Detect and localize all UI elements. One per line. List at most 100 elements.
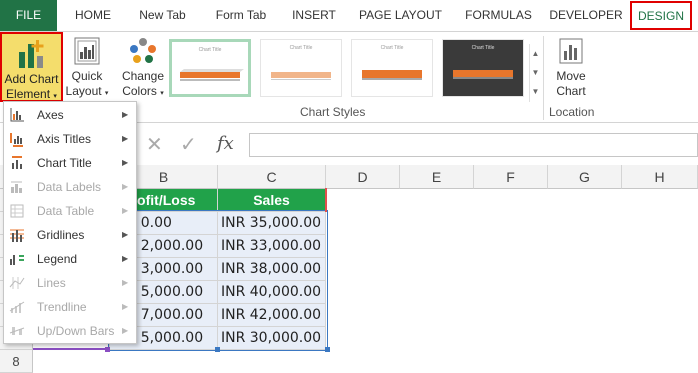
submenu-arrow-icon: ▶: [122, 326, 129, 335]
gallery-scroll-down-icon[interactable]: ▼: [530, 63, 541, 82]
column-header-f[interactable]: F: [474, 165, 548, 189]
chart-styles-group-label: Chart Styles: [300, 105, 366, 119]
add-chart-element-label-1: Add Chart: [4, 72, 59, 86]
move-chart-button[interactable]: Move Chart: [549, 32, 593, 99]
gallery-more-icon[interactable]: ▼: [530, 82, 541, 101]
location-group-label: Location: [549, 105, 595, 119]
quick-layout-label-1: Quick: [71, 69, 103, 83]
table-cell-sales[interactable]: INR 42,000.00: [218, 304, 326, 327]
submenu-arrow-icon: ▶: [122, 278, 129, 287]
submenu-arrow-icon: ▶: [122, 110, 129, 119]
add-chart-element-icon: [19, 40, 44, 68]
gallery-scroll[interactable]: ▲ ▼ ▼: [529, 44, 541, 102]
legend-icon: [10, 255, 24, 265]
submenu-arrow-icon: ▶: [122, 206, 129, 215]
move-chart-icon: [559, 38, 583, 64]
menu-item-label: Legend: [37, 252, 78, 266]
menu-item-lines[interactable]: Lines ▶: [4, 271, 136, 295]
menu-item-up-down-bars[interactable]: Up/Down Bars ▶: [4, 319, 136, 343]
chart-style-2[interactable]: Chart Title: [260, 39, 342, 97]
move-chart-label-1: Move: [556, 69, 586, 83]
column-header-g[interactable]: G: [548, 165, 622, 189]
chart-style-3-preview: [362, 70, 422, 80]
menu-item-chart-title[interactable]: Chart Title ▶: [4, 151, 136, 175]
menu-item-axes[interactable]: Axes ▶: [4, 103, 136, 127]
tab-developer[interactable]: DEVELOPER: [544, 0, 628, 31]
column-header-d[interactable]: D: [326, 165, 400, 189]
chart-style-3[interactable]: Chart Title: [351, 39, 433, 97]
table-cell-sales[interactable]: INR 40,000.00: [218, 281, 326, 304]
lines-icon: [9, 277, 25, 289]
tab-insert[interactable]: INSERT: [283, 0, 345, 31]
column-header-h[interactable]: H: [622, 165, 698, 189]
column-header-e[interactable]: E: [400, 165, 474, 189]
tab-formulas[interactable]: FORMULAS: [457, 0, 540, 31]
gallery-scroll-up-icon[interactable]: ▲: [530, 44, 541, 63]
tab-form-tab[interactable]: Form Tab: [205, 0, 277, 31]
submenu-arrow-icon: ▶: [122, 230, 129, 239]
menu-item-label: Lines: [37, 276, 66, 290]
menu-item-axis-titles[interactable]: Axis Titles ▶: [4, 127, 136, 151]
chart-style-2-preview: [271, 72, 331, 80]
chart-style-1[interactable]: Chart Title: [169, 39, 251, 97]
menu-item-data-table[interactable]: Data Table ▶: [4, 199, 136, 223]
menu-item-trendline[interactable]: Trendline ▶: [4, 295, 136, 319]
tab-new-tab[interactable]: New Tab: [130, 0, 195, 31]
enter-icon[interactable]: ✓: [180, 132, 197, 157]
chart-style-4[interactable]: Chart Title: [442, 39, 524, 97]
palette-icon: [130, 38, 156, 63]
submenu-arrow-icon: ▶: [122, 182, 129, 191]
range-handle[interactable]: [325, 347, 330, 352]
menu-item-label: Gridlines: [37, 228, 85, 242]
table-cell-sales[interactable]: INR 35,000.00: [218, 212, 326, 235]
axes-icon: [10, 108, 24, 122]
header-sales[interactable]: Sales: [218, 189, 326, 212]
axis-titles-icon: [10, 133, 23, 147]
chart-style-1-preview: [180, 69, 244, 81]
insert-function-icon[interactable]: fx: [217, 133, 234, 154]
up-down-bars-icon: [9, 327, 25, 335]
submenu-arrow-icon: ▶: [122, 158, 129, 167]
trendline-icon: [9, 301, 25, 313]
row-header-8[interactable]: 8: [0, 350, 33, 373]
menu-item-label: Data Labels: [37, 180, 102, 194]
range-handle[interactable]: [215, 347, 220, 352]
menu-item-legend[interactable]: Legend ▶: [4, 247, 136, 271]
group-separator: [543, 36, 544, 120]
chart-styles-gallery: Chart Title Chart Title Chart Title Char…: [167, 37, 541, 102]
header-range-marker: [325, 188, 327, 212]
menu-item-label: Axes: [37, 108, 64, 122]
menu-item-label: Trendline: [37, 300, 87, 314]
ribbon-tab-bar: FILE HOME New Tab Form Tab INSERT PAGE L…: [0, 0, 698, 31]
formula-input[interactable]: [249, 133, 698, 157]
submenu-arrow-icon: ▶: [122, 254, 129, 263]
change-colors-label-2: Colors ▾: [122, 84, 164, 98]
menu-item-label: Up/Down Bars: [37, 324, 115, 338]
chart-title-icon: [12, 156, 22, 169]
cancel-icon[interactable]: ✕: [146, 132, 163, 157]
range-handle[interactable]: [105, 347, 110, 352]
quick-layout-icon: [74, 37, 100, 65]
quick-layout-label-2: Layout ▾: [65, 84, 109, 98]
menu-item-label: Data Table: [37, 204, 95, 218]
tab-design[interactable]: DESIGN: [630, 1, 692, 30]
data-labels-icon: [11, 181, 22, 193]
data-table-icon: [10, 204, 24, 218]
move-chart-label-2: Chart: [556, 84, 586, 98]
gridlines-icon: [10, 229, 24, 242]
tab-file[interactable]: FILE: [0, 0, 57, 31]
column-header-c[interactable]: C: [218, 165, 326, 189]
menu-item-gridlines[interactable]: Gridlines ▶: [4, 223, 136, 247]
change-colors-button[interactable]: Change Colors ▾: [119, 32, 167, 101]
submenu-arrow-icon: ▶: [122, 134, 129, 143]
add-chart-element-button[interactable]: Add Chart Element ▾: [0, 32, 63, 102]
quick-layout-button[interactable]: Quick Layout ▾: [65, 32, 109, 101]
menu-item-data-labels[interactable]: Data Labels ▶: [4, 175, 136, 199]
menu-item-label: Chart Title: [37, 156, 92, 170]
tab-home[interactable]: HOME: [63, 0, 123, 31]
change-colors-label-1: Change: [121, 69, 165, 83]
table-cell-sales[interactable]: INR 38,000.00: [218, 258, 326, 281]
tab-page-layout[interactable]: PAGE LAYOUT: [352, 0, 449, 31]
table-cell-sales[interactable]: INR 30,000.00: [218, 327, 326, 350]
table-cell-sales[interactable]: INR 33,000.00: [218, 235, 326, 258]
